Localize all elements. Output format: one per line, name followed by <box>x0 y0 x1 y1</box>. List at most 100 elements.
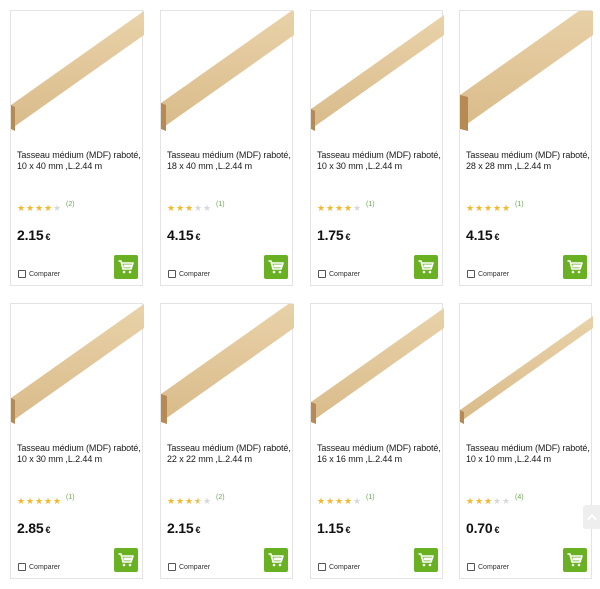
review-count[interactable]: (2) <box>66 201 75 208</box>
add-to-cart-button[interactable] <box>563 255 587 279</box>
compare-label: Comparer <box>329 270 361 278</box>
product-title[interactable]: Tasseau médium (MDF) raboté, 22 x 22 mm … <box>167 443 291 465</box>
shopping-cart-icon <box>418 553 434 567</box>
mdf-strip-image <box>161 11 294 131</box>
product-card[interactable]: Tasseau médium (MDF) raboté, 16 x 16 mm … <box>310 303 444 579</box>
product-image[interactable] <box>161 11 294 141</box>
star-icon: ★ <box>203 496 212 506</box>
add-to-cart-button[interactable] <box>264 548 288 572</box>
product-price: 2.15 € <box>167 520 200 536</box>
compare-toggle[interactable]: Comparer <box>318 270 360 278</box>
add-to-cart-button[interactable] <box>114 548 138 572</box>
price-currency: € <box>494 525 500 535</box>
product-price: 2.85 € <box>17 520 50 536</box>
product-price: 1.15 € <box>317 520 350 536</box>
product-image[interactable] <box>11 304 144 434</box>
price-currency: € <box>45 232 51 242</box>
product-image[interactable] <box>311 304 444 434</box>
price-currency: € <box>195 525 201 535</box>
compare-toggle[interactable]: Comparer <box>18 270 60 278</box>
price-currency: € <box>195 232 201 242</box>
compare-checkbox[interactable] <box>318 563 326 571</box>
product-title[interactable]: Tasseau médium (MDF) raboté, 28 x 28 mm … <box>466 150 590 172</box>
product-title[interactable]: Tasseau médium (MDF) raboté, 18 x 40 mm … <box>167 150 291 172</box>
star-icon: ★ <box>475 203 484 213</box>
star-icon: ★ <box>35 203 44 213</box>
add-to-cart-button[interactable] <box>563 548 587 572</box>
price-value: 1.75 <box>317 227 344 243</box>
star-icon: ★ <box>176 203 185 213</box>
shopping-cart-icon <box>118 260 134 274</box>
shopping-cart-icon <box>268 260 284 274</box>
star-rating: ★★★★★ (2) <box>167 494 225 507</box>
compare-checkbox[interactable] <box>168 270 176 278</box>
star-icon: ★ <box>502 203 511 213</box>
product-title[interactable]: Tasseau médium (MDF) raboté, 10 x 40 mm … <box>17 150 141 172</box>
product-card[interactable]: Tasseau médium (MDF) raboté, 10 x 30 mm … <box>310 10 444 286</box>
review-count[interactable]: (1) <box>366 201 375 208</box>
compare-checkbox[interactable] <box>318 270 326 278</box>
add-to-cart-button[interactable] <box>264 255 288 279</box>
star-icon: ★ <box>484 203 493 213</box>
scroll-to-top-button[interactable] <box>583 505 600 529</box>
product-card[interactable]: Tasseau médium (MDF) raboté, 18 x 40 mm … <box>160 10 294 286</box>
product-title[interactable]: Tasseau médium (MDF) raboté, 10 x 30 mm … <box>317 150 441 172</box>
price-value: 2.15 <box>17 227 44 243</box>
compare-label: Comparer <box>29 563 61 571</box>
price-value: 4.15 <box>167 227 194 243</box>
add-to-cart-button[interactable] <box>414 255 438 279</box>
compare-label: Comparer <box>478 563 510 571</box>
product-image[interactable] <box>161 304 294 434</box>
price-currency: € <box>494 232 500 242</box>
compare-toggle[interactable]: Comparer <box>168 270 210 278</box>
product-card[interactable]: Tasseau médium (MDF) raboté, 10 x 40 mm … <box>10 10 144 286</box>
compare-toggle[interactable]: Comparer <box>18 563 60 571</box>
add-to-cart-button[interactable] <box>114 255 138 279</box>
product-card[interactable]: Tasseau médium (MDF) raboté, 10 x 10 mm … <box>459 303 593 579</box>
review-count[interactable]: (2) <box>216 494 225 501</box>
compare-toggle[interactable]: Comparer <box>467 563 509 571</box>
product-image[interactable] <box>311 11 444 141</box>
compare-checkbox[interactable] <box>18 270 26 278</box>
star-icon: ★ <box>44 496 53 506</box>
review-count[interactable]: (1) <box>515 201 524 208</box>
product-card[interactable]: Tasseau médium (MDF) raboté, 10 x 30 mm … <box>10 303 144 579</box>
compare-checkbox[interactable] <box>18 563 26 571</box>
product-title[interactable]: Tasseau médium (MDF) raboté, 16 x 16 mm … <box>317 443 441 465</box>
product-image[interactable] <box>460 304 593 434</box>
price-value: 2.15 <box>167 520 194 536</box>
compare-checkbox[interactable] <box>467 270 475 278</box>
compare-checkbox[interactable] <box>467 563 475 571</box>
star-icon: ★ <box>185 496 194 506</box>
compare-label: Comparer <box>478 270 510 278</box>
shopping-cart-icon <box>567 553 583 567</box>
product-title[interactable]: Tasseau médium (MDF) raboté, 10 x 10 mm … <box>466 443 590 465</box>
star-icon: ★ <box>203 203 212 213</box>
product-price: 0.70 € <box>466 520 499 536</box>
product-image[interactable] <box>460 11 593 141</box>
review-count[interactable]: (4) <box>515 494 524 501</box>
compare-toggle[interactable]: Comparer <box>467 270 509 278</box>
star-icon: ★ <box>185 203 194 213</box>
price-currency: € <box>345 525 351 535</box>
product-title[interactable]: Tasseau médium (MDF) raboté, 10 x 30 mm … <box>17 443 141 465</box>
review-count[interactable]: (1) <box>366 494 375 501</box>
product-image[interactable] <box>11 11 144 141</box>
add-to-cart-button[interactable] <box>414 548 438 572</box>
price-value: 4.15 <box>466 227 493 243</box>
compare-toggle[interactable]: Comparer <box>318 563 360 571</box>
review-count[interactable]: (1) <box>216 201 225 208</box>
product-card[interactable]: Tasseau médium (MDF) raboté, 22 x 22 mm … <box>160 303 294 579</box>
compare-label: Comparer <box>29 270 61 278</box>
star-rating: ★★★★★ (1) <box>167 201 225 214</box>
compare-checkbox[interactable] <box>168 563 176 571</box>
star-icon: ★ <box>53 496 62 506</box>
price-value: 1.15 <box>317 520 344 536</box>
compare-toggle[interactable]: Comparer <box>168 563 210 571</box>
star-icon: ★ <box>317 496 326 506</box>
product-card[interactable]: Tasseau médium (MDF) raboté, 28 x 28 mm … <box>459 10 593 286</box>
review-count[interactable]: (1) <box>66 494 75 501</box>
star-rating: ★★★★★ (1) <box>317 201 375 214</box>
star-rating: ★★★★★ (4) <box>466 494 524 507</box>
star-icon: ★ <box>35 496 44 506</box>
